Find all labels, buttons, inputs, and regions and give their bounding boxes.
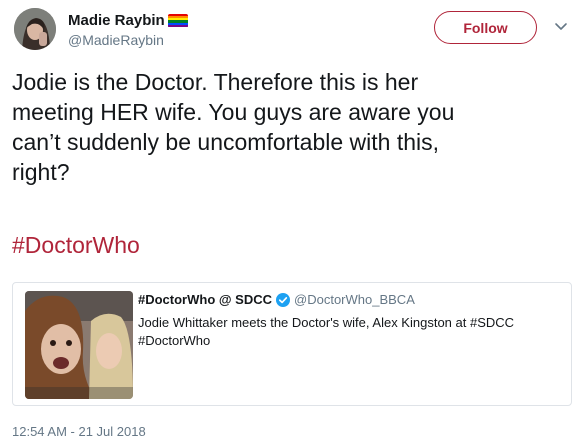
author-display-name[interactable]: Madie Raybin	[68, 12, 188, 29]
author-handle[interactable]: @MadieRaybin	[68, 32, 164, 48]
quoted-tweet-header: #DoctorWho @ SDCC @DoctorWho_BBCA	[138, 292, 415, 307]
avatar[interactable]	[14, 8, 56, 50]
verified-badge-icon	[276, 292, 291, 307]
tweet-timestamp[interactable]: 12:54 AM - 21 Jul 2018	[12, 424, 146, 439]
quoted-tweet-card[interactable]: #DoctorWho @ SDCC @DoctorWho_BBCA Jodie …	[12, 282, 572, 406]
quoted-photo	[25, 291, 133, 399]
quoted-author-handle[interactable]: @DoctorWho_BBCA	[294, 292, 415, 307]
tweet-text: Jodie is the Doctor. Therefore this is h…	[12, 69, 455, 185]
follow-button[interactable]: Follow	[434, 11, 537, 44]
hashtag-link[interactable]: #DoctorWho	[12, 230, 140, 260]
quoted-tweet-text: Jodie Whittaker meets the Doctor's wife,…	[138, 315, 515, 348]
quoted-author-name[interactable]: #DoctorWho @ SDCC	[138, 292, 272, 307]
chevron-down-icon[interactable]	[553, 18, 569, 34]
quoted-tweet-image[interactable]	[25, 291, 133, 399]
avatar-image	[14, 8, 56, 50]
rainbow-flag-icon	[167, 13, 188, 28]
author-name-text: Madie Raybin	[68, 12, 165, 29]
flag-stripe	[167, 25, 188, 28]
